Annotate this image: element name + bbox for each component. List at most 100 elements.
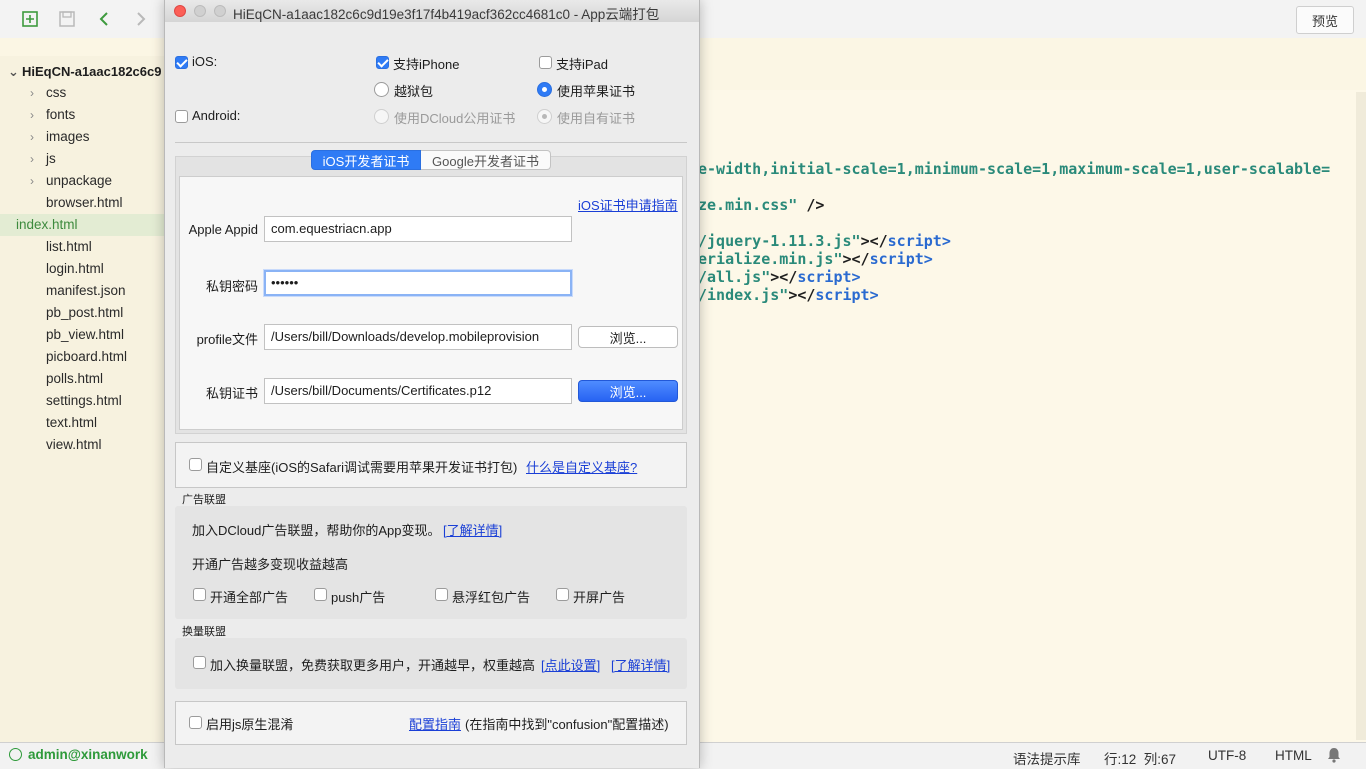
support-ipad-checkbox[interactable]: [539, 56, 552, 69]
status-position[interactable]: 行:12 列:67: [1104, 748, 1176, 768]
ad-splash-checkbox[interactable]: [556, 588, 569, 601]
code-string: /index.js": [698, 286, 789, 304]
tab-ios-cert[interactable]: iOS开发者证书: [311, 150, 421, 170]
tree-file[interactable]: view.html: [30, 434, 166, 456]
exchange-detail-link[interactable]: [了解详情]: [611, 655, 670, 674]
status-language[interactable]: HTML: [1275, 748, 1312, 763]
ios-checkbox[interactable]: [175, 56, 188, 69]
custom-base-help-link[interactable]: 什么是自定义基座?: [526, 457, 637, 476]
save-icon[interactable]: [54, 6, 80, 32]
ad-float-checkbox[interactable]: [435, 588, 448, 601]
project-sidebar: ⌄ HiEqCN-a1aac182c6c9 › css › fonts › images › j…: [0, 56, 166, 742]
android-checkbox[interactable]: [175, 110, 188, 123]
appid-input[interactable]: com.equestriacn.app: [264, 216, 572, 242]
ad-intro: 加入DCloud广告联盟，帮助你的App变现。: [192, 523, 441, 538]
bell-icon[interactable]: [1327, 747, 1341, 766]
tree-item-label: manifest.json: [46, 283, 126, 298]
code-punct: ></: [770, 268, 798, 286]
code-punct: ></: [788, 286, 816, 304]
tree-file[interactable]: picboard.html: [30, 346, 166, 368]
ad-push-checkbox[interactable]: [314, 588, 327, 601]
exchange-setup-link[interactable]: [点此设置]: [541, 655, 600, 674]
close-window-button[interactable]: [174, 5, 186, 17]
user-icon: [9, 748, 22, 761]
ios-label: iOS:: [192, 54, 218, 69]
app-cloud-pack-dialog: HiEqCN-a1aac182c6c9d19e3f17f4b419acf362c…: [164, 0, 700, 768]
password-input[interactable]: ••••••: [264, 270, 572, 296]
apple-cert-radio[interactable]: [537, 82, 552, 97]
code-line: /jquery-1.11.3.js"></script>: [698, 232, 951, 250]
status-encoding[interactable]: UTF-8: [1208, 748, 1246, 763]
profile-label: profile文件: [196, 332, 258, 347]
zoom-window-button[interactable]: [214, 5, 226, 17]
project-root[interactable]: ⌄ HiEqCN-a1aac182c6c9: [8, 64, 161, 80]
dcloud-cert-radio[interactable]: [374, 109, 389, 124]
code-punct: ></: [860, 232, 888, 250]
forward-icon[interactable]: [128, 6, 154, 32]
tree-file[interactable]: text.html: [30, 412, 166, 434]
ad-push-label: push广告: [331, 590, 386, 605]
tree-file[interactable]: polls.html: [30, 368, 166, 390]
dialog-titlebar: HiEqCN-a1aac182c6c9d19e3f17f4b419acf362c…: [165, 0, 699, 23]
back-icon[interactable]: [91, 6, 117, 32]
ios-cert-guide-link[interactable]: iOS证书申请指南: [578, 195, 678, 214]
custom-base-checkbox[interactable]: [189, 458, 202, 471]
tree-file[interactable]: list.html: [30, 236, 166, 258]
exchange-label: 加入换量联盟，免费获取更多用户，开通越早，权重越高: [210, 658, 536, 673]
chevron-right-icon: ›: [30, 174, 34, 188]
tree-item-label: text.html: [46, 415, 98, 430]
support-iphone-checkbox[interactable]: [376, 56, 389, 69]
profile-browse-button[interactable]: 浏览...: [578, 326, 678, 348]
preview-button[interactable]: 预览: [1296, 6, 1354, 34]
code-line: erialize.min.js"></script>: [698, 250, 933, 268]
tree-folder[interactable]: › css: [30, 82, 166, 104]
android-label: Android:: [192, 108, 241, 123]
minimize-window-button[interactable]: [194, 5, 206, 17]
ad-splash-label: 开屏广告: [573, 590, 626, 605]
own-cert-radio[interactable]: [537, 109, 552, 124]
own-cert-label: 使用自有证书: [557, 111, 636, 126]
jailbreak-radio[interactable]: [374, 82, 389, 97]
code-line: ze.min.css" />: [698, 196, 824, 214]
project-name: HiEqCN-a1aac182c6c9: [22, 64, 162, 79]
exchange-checkbox[interactable]: [193, 656, 206, 669]
ad-section-title: 广告联盟: [182, 494, 226, 506]
status-syntax[interactable]: 语法提示库: [1013, 748, 1081, 768]
tree-file[interactable]: manifest.json: [30, 280, 166, 302]
tree-folder[interactable]: › images: [30, 126, 166, 148]
chevron-down-icon: ⌄: [8, 64, 19, 79]
profile-input[interactable]: /Users/bill/Downloads/develop.mobileprov…: [264, 324, 572, 350]
ad-float-label: 悬浮红包广告: [452, 590, 531, 605]
ad-all-checkbox[interactable]: [193, 588, 206, 601]
confusion-guide-link[interactable]: 配置指南: [409, 714, 461, 733]
tree-file[interactable]: pb_view.html: [30, 324, 166, 346]
cert-browse-button[interactable]: 浏览...: [578, 380, 678, 402]
tree-item-label: browser.html: [46, 195, 123, 210]
ad-detail-link[interactable]: [了解详情]: [443, 520, 502, 539]
confusion-checkbox[interactable]: [189, 716, 202, 729]
confusion-label: 启用js原生混淆: [206, 717, 294, 732]
tree-file[interactable]: index.html: [0, 214, 166, 236]
dialog-title: HiEqCN-a1aac182c6c9d19e3f17f4b419acf362c…: [233, 7, 660, 22]
tree-folder[interactable]: › fonts: [30, 104, 166, 126]
ad-hint: 开通广告越多变现收益越高: [192, 557, 349, 572]
new-file-icon[interactable]: [17, 6, 43, 32]
support-iphone-label: 支持iPhone: [393, 57, 460, 72]
tree-item-label: login.html: [46, 261, 104, 276]
cert-input[interactable]: /Users/bill/Documents/Certificates.p12: [264, 378, 572, 404]
editor-scrollbar[interactable]: [1356, 92, 1366, 740]
tab-google-cert[interactable]: Google开发者证书: [421, 150, 551, 170]
code-string: /jquery-1.11.3.js": [698, 232, 861, 250]
tree-folder[interactable]: › js: [30, 148, 166, 170]
code-string: erialize.min.js": [698, 250, 843, 268]
tree-file[interactable]: pb_post.html: [30, 302, 166, 324]
apple-cert-label: 使用苹果证书: [557, 84, 636, 99]
tree-folder[interactable]: › unpackage: [30, 170, 166, 192]
tree-item-label: picboard.html: [46, 349, 128, 364]
tree-file[interactable]: browser.html: [30, 192, 166, 214]
dialog-content: iOS: 支持iPhone 支持iPad 越狱包 使用苹果证书 Android:…: [165, 22, 699, 768]
status-user[interactable]: admin@xinanwork: [28, 747, 148, 762]
tree-file[interactable]: settings.html: [30, 390, 166, 412]
code-string: /all.js": [698, 268, 771, 286]
tree-file[interactable]: login.html: [30, 258, 166, 280]
